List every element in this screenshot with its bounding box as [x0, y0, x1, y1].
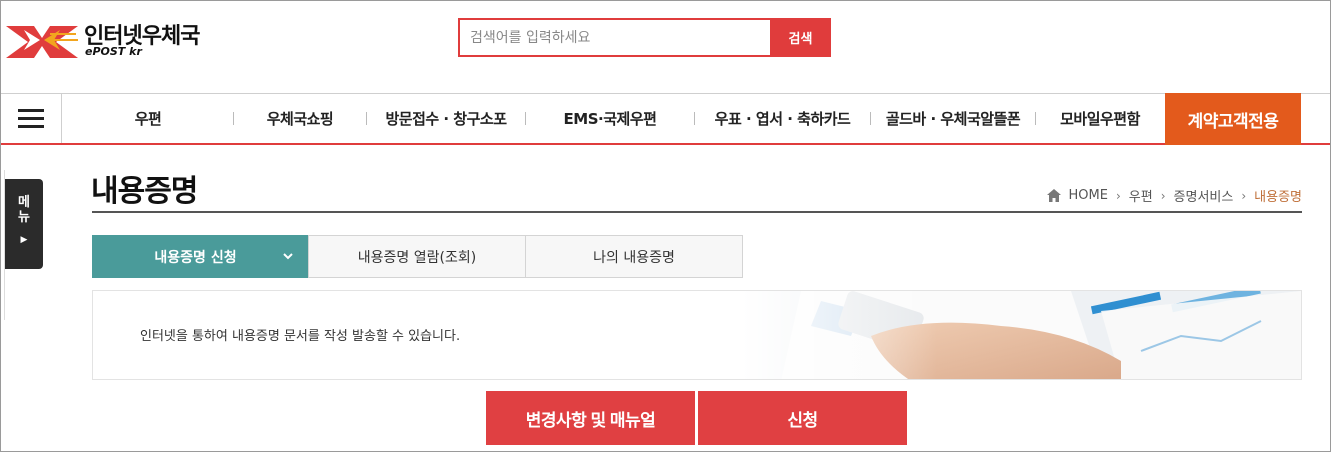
- tab-view[interactable]: 내용증명 열람(조회): [308, 235, 526, 278]
- title-divider: [92, 211, 1302, 213]
- chevron-right-icon: ›: [1160, 188, 1166, 203]
- breadcrumb-mail[interactable]: 우편: [1129, 186, 1153, 205]
- search-button[interactable]: 검색: [770, 18, 831, 57]
- tab-apply-label: 내용증명 신청: [154, 249, 237, 266]
- tab-my-certifications[interactable]: 나의 내용증명: [525, 235, 743, 278]
- chevron-right-icon: ▶: [20, 235, 28, 245]
- banner-illustration: [741, 291, 1301, 379]
- side-menu-label: 메뉴: [18, 195, 30, 225]
- banner-text: 인터넷을 통하여 내용증명 문서를 작성 발송할 수 있습니다.: [140, 329, 461, 344]
- home-icon: [1046, 189, 1061, 202]
- chevron-right-icon: ›: [1115, 188, 1121, 203]
- page-frame: [0, 0, 1331, 452]
- hamburger-menu-button[interactable]: [1, 94, 62, 143]
- page-title: 내용증명: [91, 174, 198, 209]
- nav-item-mobile-mailbox[interactable]: 모바일우편함: [1036, 94, 1164, 143]
- chevron-down-icon: [282, 250, 294, 266]
- tab-apply[interactable]: 내용증명 신청: [92, 235, 309, 278]
- apply-button[interactable]: 신청: [698, 391, 907, 445]
- breadcrumb-current: 내용증명: [1254, 190, 1302, 205]
- logo-subtitle: ePOST kr: [85, 45, 142, 58]
- search-input[interactable]: [458, 18, 770, 57]
- nav-item-goldbar[interactable]: 골드바 · 우체국알뜰폰: [871, 94, 1035, 143]
- changes-manual-button[interactable]: 변경사항 및 매뉴얼: [486, 391, 695, 445]
- breadcrumb: HOME › 우편 › 증명서비스 › 내용증명: [1046, 186, 1302, 205]
- nav-item-parcel[interactable]: 방문접수 · 창구소포: [367, 94, 525, 143]
- nav-item-ems[interactable]: EMS·국제우편: [526, 94, 694, 143]
- nav-item-shopping[interactable]: 우체국쇼핑: [234, 94, 366, 143]
- breadcrumb-certification[interactable]: 증명서비스: [1174, 186, 1234, 205]
- hamburger-icon: [18, 108, 44, 129]
- epost-logo[interactable]: 인터넷우체국 ePOST kr: [4, 14, 214, 64]
- main-nav: 우편 우체국쇼핑 방문접수 · 창구소포 EMS·국제우편 우표 · 엽서 · …: [1, 93, 1330, 145]
- breadcrumb-home[interactable]: HOME: [1069, 188, 1108, 203]
- chevron-right-icon: ›: [1241, 188, 1247, 203]
- nav-item-stamps[interactable]: 우표 · 엽서 · 축하카드: [695, 94, 870, 143]
- epost-logo-icon: [6, 26, 78, 58]
- info-banner: 인터넷을 통하여 내용증명 문서를 작성 발송할 수 있습니다.: [92, 290, 1302, 380]
- nav-item-contract-customers[interactable]: 계약고객전용: [1165, 93, 1301, 145]
- search-bar: 검색: [458, 18, 831, 57]
- nav-item-mail[interactable]: 우편: [63, 94, 233, 143]
- side-menu-tab[interactable]: 메뉴 ▶: [5, 179, 43, 269]
